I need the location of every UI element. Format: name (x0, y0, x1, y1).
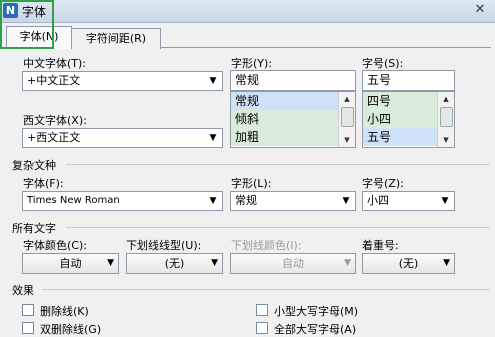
style-label: 字形(Y): (231, 57, 273, 70)
chinese-font-combo[interactable]: +中文正文 ▼ (22, 71, 223, 91)
small-caps-label: 小型大写字母(M) (274, 305, 359, 318)
scroll-down-icon[interactable]: ▼ (438, 133, 454, 147)
size-label: 字号(S): (362, 57, 404, 70)
highlight-annotation (0, 0, 54, 49)
tab-character-spacing[interactable]: 字符间距(R) (71, 28, 161, 49)
scroll-thumb[interactable] (341, 107, 354, 127)
group-divider (66, 227, 490, 228)
western-font-value: +西文正文 (27, 131, 81, 144)
scroll-down-icon[interactable]: ▼ (339, 133, 355, 147)
strikethrough-label: 删除线(K) (40, 305, 89, 318)
font-color-button[interactable]: 自动 ▼ (22, 253, 119, 274)
style-listbox[interactable]: 常规 倾斜 加粗 ▲ ▼ (230, 91, 356, 148)
font-color-label: 字体颜色(C): (23, 239, 87, 252)
underline-style-label: 下划线线型(U): (126, 239, 202, 252)
all-caps-checkbox[interactable] (256, 322, 268, 334)
style-option[interactable]: 常规 (231, 92, 338, 110)
underline-color-button: 自动 ▼ (230, 253, 356, 274)
dropdown-arrow-icon[interactable]: ▼ (339, 193, 353, 209)
emphasis-value: (无) (398, 257, 419, 270)
font-color-value: 自动 (59, 257, 82, 270)
size-scrollbar[interactable]: ▲ ▼ (437, 92, 454, 147)
small-caps-checkbox[interactable] (256, 304, 268, 316)
dropdown-arrow-icon[interactable]: ▼ (107, 254, 114, 273)
scroll-thumb[interactable] (440, 107, 453, 127)
underline-style-button[interactable]: (无) ▼ (126, 253, 223, 274)
style-input[interactable]: 常规 (230, 70, 356, 91)
complex-style-value: 常规 (235, 194, 257, 207)
chinese-font-label: 中文字体(T): (23, 57, 87, 70)
complex-font-combo[interactable]: Times New Roman ▼ (22, 191, 223, 211)
double-strikethrough-label: 双删除线(G) (40, 323, 102, 336)
style-option[interactable]: 加粗 (231, 128, 338, 146)
western-font-combo[interactable]: +西文正文 ▼ (22, 128, 223, 148)
close-icon[interactable]: ✕ (471, 2, 489, 18)
group-divider (66, 164, 490, 165)
dropdown-arrow-icon[interactable]: ▼ (443, 254, 450, 273)
dropdown-arrow-icon[interactable]: ▼ (211, 254, 218, 273)
size-option[interactable]: 小四 (363, 110, 437, 128)
dropdown-arrow-icon[interactable]: ▼ (206, 130, 220, 146)
size-listbox[interactable]: 四号 小四 五号 ▲ ▼ (362, 91, 455, 148)
scroll-up-icon[interactable]: ▲ (339, 92, 355, 106)
underline-style-value: (无) (164, 257, 185, 270)
dropdown-arrow-icon[interactable]: ▼ (438, 193, 452, 209)
size-option[interactable]: 四号 (363, 92, 437, 110)
underline-color-label: 下划线颜色(I): (231, 239, 302, 252)
effects-group-title: 效果 (12, 284, 34, 297)
dropdown-arrow-icon[interactable]: ▼ (206, 193, 220, 209)
underline-color-value: 自动 (282, 257, 304, 270)
complex-font-value: Times New Roman (27, 195, 120, 206)
size-option[interactable]: 五号 (363, 128, 437, 146)
scroll-up-icon[interactable]: ▲ (438, 92, 454, 106)
dropdown-arrow-icon[interactable]: ▼ (206, 73, 220, 89)
all-caps-label: 全部大写字母(A) (274, 323, 357, 336)
complex-size-combo[interactable]: 小四 ▼ (362, 191, 455, 211)
double-strikethrough-checkbox[interactable] (22, 322, 34, 334)
emphasis-label: 着重号: (362, 239, 399, 252)
chinese-font-value: +中文正文 (27, 74, 81, 87)
strikethrough-checkbox[interactable] (22, 304, 34, 316)
title-bar: N 字体 ✕ (0, 0, 495, 23)
complex-size-label: 字号(Z): (362, 177, 404, 190)
complex-group-title: 复杂文种 (12, 159, 56, 172)
western-font-label: 西文字体(X): (23, 114, 87, 127)
size-input[interactable]: 五号 (362, 70, 455, 91)
complex-font-label: 字体(F): (23, 177, 64, 190)
style-option[interactable]: 倾斜 (231, 110, 338, 128)
emphasis-button[interactable]: (无) ▼ (362, 253, 455, 274)
group-divider (42, 289, 490, 290)
all-text-group-title: 所有文字 (12, 222, 56, 235)
complex-size-value: 小四 (367, 194, 389, 207)
complex-style-combo[interactable]: 常规 ▼ (230, 191, 356, 211)
dropdown-arrow-icon: ▼ (344, 258, 351, 268)
complex-style-label: 字形(L): (231, 177, 272, 190)
style-scrollbar[interactable]: ▲ ▼ (338, 92, 355, 147)
